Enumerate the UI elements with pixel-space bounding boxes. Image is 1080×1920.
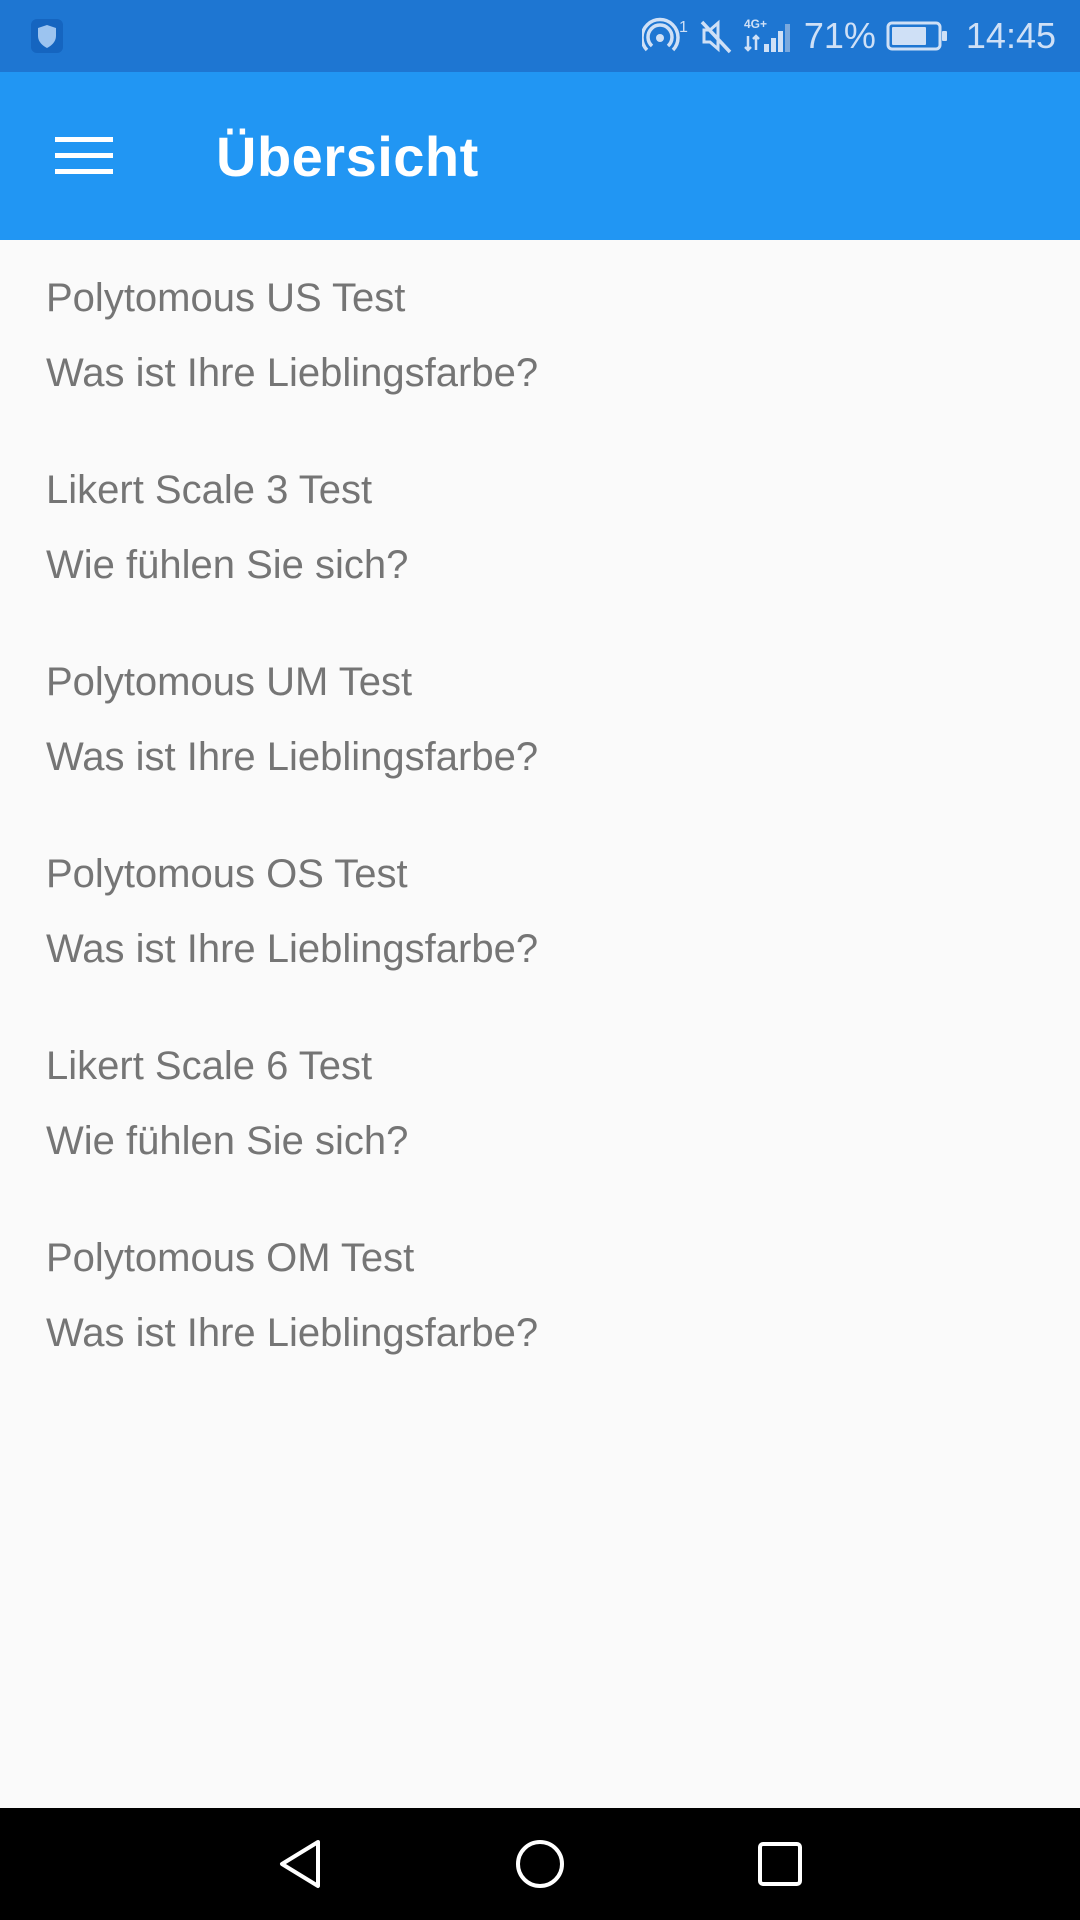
list-item[interactable]: Polytomous OS Test Was ist Ihre Liebling… (0, 816, 1080, 1008)
status-icons: 1 4G+ 71% 14:45 (641, 0, 1056, 72)
survey-list: Polytomous US Test Was ist Ihre Liebling… (0, 240, 1080, 1392)
recents-icon (758, 1842, 802, 1886)
item-title: Likert Scale 3 Test (46, 468, 373, 512)
home-icon (516, 1840, 564, 1888)
item-subtitle: Was ist Ihre Lieblingsfarbe? (46, 735, 539, 779)
hotspot-icon: 1 (641, 16, 688, 56)
recents-button[interactable] (732, 1824, 828, 1904)
item-subtitle: Wie fühlen Sie sich? (46, 1119, 409, 1163)
page-title: Übersicht (216, 125, 479, 188)
item-subtitle: Was ist Ihre Lieblingsfarbe? (46, 927, 539, 971)
app-bar: Übersicht (0, 72, 1080, 240)
list-item[interactable]: Likert Scale 3 Test Wie fühlen Sie sich? (0, 432, 1080, 624)
back-button[interactable] (252, 1824, 348, 1904)
hamburger-menu-icon (55, 137, 113, 174)
status-bar: 1 4G+ 71% 14:45 (0, 0, 1080, 72)
back-icon (280, 1840, 320, 1888)
battery-icon (886, 21, 948, 51)
clock: 14:45 (965, 15, 1056, 56)
item-title: Polytomous UM Test (46, 660, 413, 704)
screen: 1 4G+ 71% 14:45 Übersicht Polytomous US … (0, 0, 1080, 1920)
battery-percent: 71% (803, 15, 876, 56)
svg-text:4G+: 4G+ (744, 17, 767, 31)
home-button[interactable] (492, 1824, 588, 1904)
signal-4g-icon: 4G+ (744, 16, 792, 56)
item-title: Polytomous US Test (46, 276, 406, 320)
shield-icon (30, 18, 64, 54)
item-subtitle: Wie fühlen Sie sich? (46, 543, 409, 587)
item-subtitle: Was ist Ihre Lieblingsfarbe? (46, 351, 539, 395)
item-title: Polytomous OS Test (46, 852, 408, 896)
list-item[interactable]: Polytomous UM Test Was ist Ihre Liebling… (0, 624, 1080, 816)
menu-button[interactable] (40, 116, 128, 196)
list-item[interactable]: Polytomous OM Test Was ist Ihre Liebling… (0, 1200, 1080, 1392)
list-item[interactable]: Polytomous US Test Was ist Ihre Liebling… (0, 240, 1080, 432)
item-subtitle: Was ist Ihre Lieblingsfarbe? (46, 1311, 539, 1355)
item-title: Polytomous OM Test (46, 1236, 415, 1280)
item-title: Likert Scale 6 Test (46, 1044, 373, 1088)
svg-text:1: 1 (679, 19, 688, 36)
navigation-bar (0, 1808, 1080, 1920)
list-item[interactable]: Likert Scale 6 Test Wie fühlen Sie sich? (0, 1008, 1080, 1200)
mute-icon (698, 16, 734, 56)
